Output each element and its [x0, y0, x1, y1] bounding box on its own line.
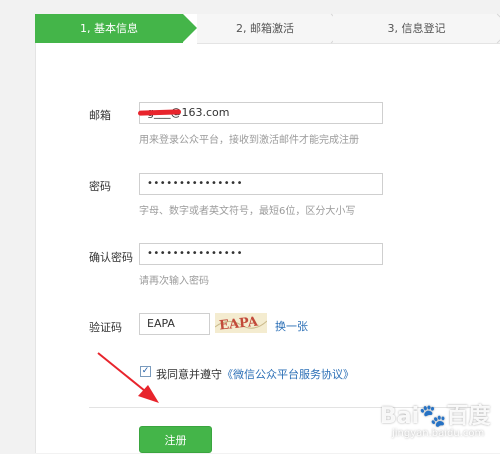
step-arrow-shape [183, 14, 197, 42]
email-hint: 用来登录公众平台，接收到激活邮件才能完成注册 [139, 135, 359, 146]
captcha-image[interactable]: EAPA [215, 313, 267, 333]
captcha-label: 验证码 [89, 321, 122, 334]
step-info-registration: 3, 信息登记 [333, 14, 500, 44]
agreement-checkbox[interactable]: ✓ [140, 366, 151, 377]
registration-panel [35, 14, 500, 453]
confirm-password-hint: 请再次输入密码 [139, 276, 209, 287]
password-field[interactable]: ••••••••••••••• [139, 173, 383, 195]
confirm-password-label: 确认密码 [89, 251, 133, 264]
captcha-input[interactable]: EAPA [139, 313, 210, 335]
baidu-watermark: Bai🐾百度 [380, 404, 491, 429]
step-progress-bar: 1, 基本信息 2, 邮箱激活 3, 信息登记 [35, 13, 500, 44]
email-label: 邮箱 [89, 109, 111, 122]
step-email-activation: 2, 邮箱激活 [197, 14, 333, 44]
captcha-refresh-link[interactable]: 换一张 [275, 318, 308, 334]
step-basic-info: 1, 基本信息 [35, 14, 197, 43]
baidu-watermark-url: jingyan.baidu.com [392, 428, 485, 439]
step-label: 1, 基本信息 [80, 22, 138, 35]
step-label: 3, 信息登记 [387, 22, 446, 35]
confirm-password-field[interactable]: ••••••••••••••• [139, 243, 383, 265]
agreement-prefix: 我同意并遵守 [156, 368, 222, 381]
step-label: 2, 邮箱激活 [236, 22, 294, 35]
agreement-text: 我同意并遵守《微信公众平台服务协议》 [156, 366, 354, 382]
password-hint: 字母、数字或者英文符号，最短6位，区分大小写 [139, 206, 356, 217]
password-label: 密码 [89, 180, 111, 193]
register-button[interactable]: 注册 [139, 426, 212, 453]
service-agreement-link[interactable]: 《微信公众平台服务协议》 [222, 368, 354, 381]
